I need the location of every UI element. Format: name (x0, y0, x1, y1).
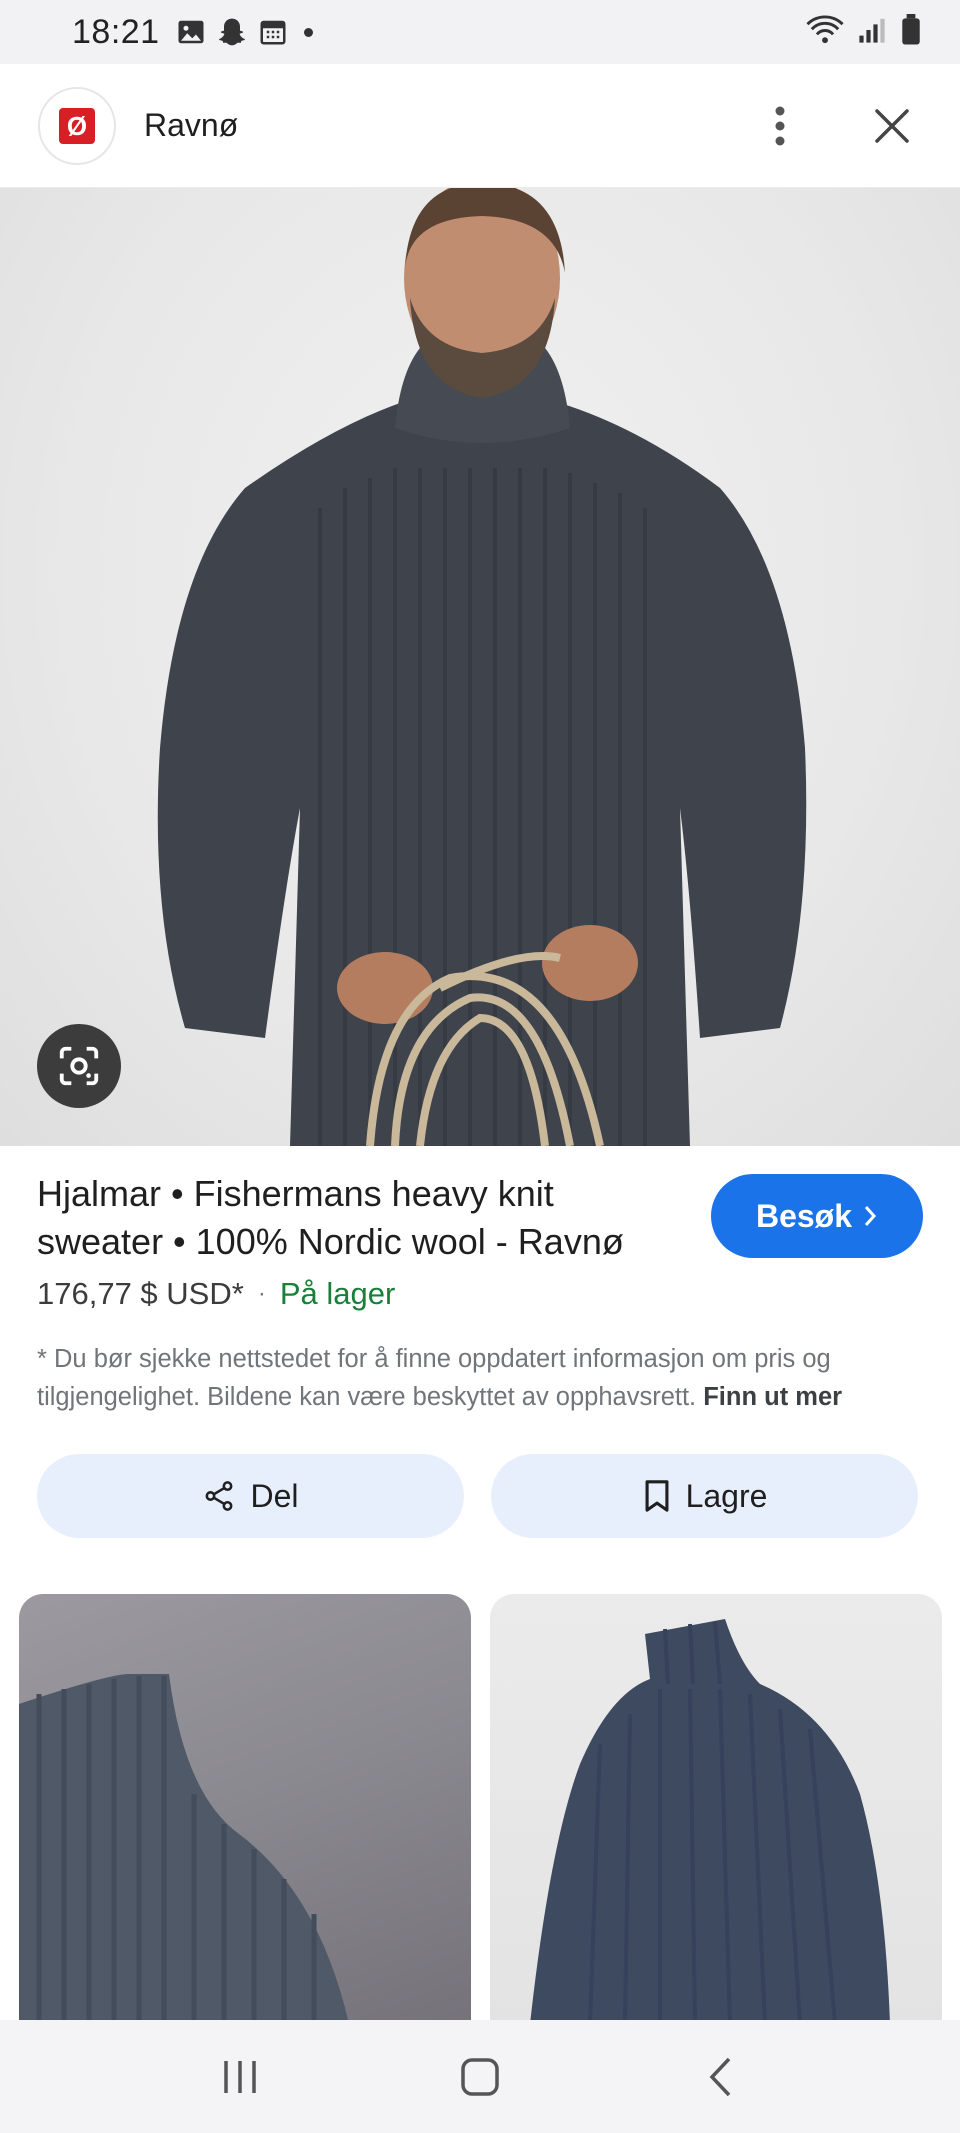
site-logo-mark: Ø (59, 107, 95, 144)
signal-icon (858, 16, 886, 49)
share-label: Del (250, 1477, 299, 1514)
price-row: 176,77 $ USD* · På lager (37, 1276, 395, 1312)
visit-label: Besøk (755, 1197, 853, 1234)
price: 176,77 $ USD* (37, 1276, 244, 1311)
close-button[interactable] (862, 96, 922, 156)
bookmark-icon (645, 1480, 669, 1512)
recents-icon (224, 2060, 256, 2093)
related-image-2[interactable] (490, 1594, 942, 2024)
calendar-icon (258, 17, 288, 47)
google-lens-button[interactable] (37, 1024, 121, 1108)
page: 18:21 Ø Ravnø Hjalmar • Fishermans heavy… (0, 0, 960, 2133)
product-photo-illustration (157, 188, 807, 1146)
more-vert-icon (775, 106, 785, 145)
system-icons (806, 13, 922, 51)
more-notifications-dot (303, 27, 313, 37)
image-icon (176, 17, 206, 47)
site-logo[interactable]: Ø (38, 86, 116, 165)
home-button[interactable] (430, 2037, 530, 2117)
battery-icon (900, 13, 922, 51)
more-options-button[interactable] (750, 96, 810, 156)
save-button[interactable]: Lagre (491, 1454, 918, 1538)
recents-button[interactable] (190, 2037, 290, 2117)
notification-icons (176, 16, 313, 48)
visit-button[interactable]: Besøk (711, 1174, 923, 1258)
system-nav-bar (0, 2020, 960, 2133)
close-icon (875, 108, 909, 143)
related-photo-illustration-2 (530, 1619, 890, 2024)
save-label: Lagre (685, 1477, 768, 1514)
learn-more-link[interactable]: Finn ut mer (703, 1383, 842, 1411)
product-info: Hjalmar • Fishermans heavy knit sweater … (0, 1146, 960, 2024)
back-button[interactable] (670, 2037, 770, 2117)
source-header: Ø Ravnø (0, 64, 960, 188)
stock-status: På lager (279, 1276, 396, 1311)
home-icon (461, 2057, 499, 2096)
disclaimer: * Du bør sjekke nettstedet for å finne o… (37, 1340, 927, 1416)
wifi-icon (806, 14, 844, 50)
price-separator: · (257, 1280, 266, 1307)
share-icon (206, 1481, 233, 1511)
share-button[interactable]: Del (37, 1454, 464, 1538)
snapchat-icon (216, 16, 248, 48)
product-image[interactable] (0, 188, 960, 1146)
header-actions (750, 96, 922, 156)
site-name[interactable]: Ravnø (144, 107, 238, 144)
related-photo-illustration-1 (19, 1674, 349, 2024)
status-time: 18:21 (72, 12, 160, 51)
status-bar: 18:21 (0, 0, 960, 64)
product-title[interactable]: Hjalmar • Fishermans heavy knit sweater … (37, 1170, 657, 1266)
google-lens-icon (59, 1046, 99, 1086)
back-icon (709, 2057, 731, 2096)
related-image-1[interactable] (19, 1594, 471, 2024)
chevron-right-icon (864, 1206, 877, 1226)
